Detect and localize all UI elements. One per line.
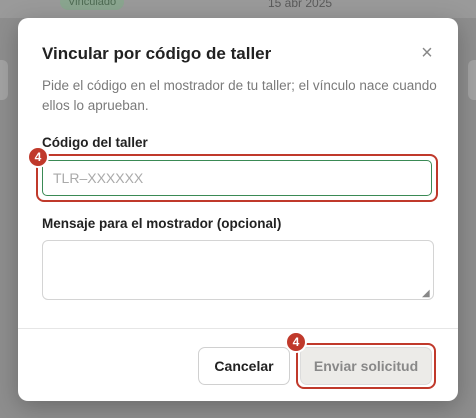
- dialog-description: Pide el código en el mostrador de tu tal…: [42, 78, 437, 113]
- footer-divider: [18, 328, 458, 329]
- link-workshop-dialog: Vincular por código de taller × Pide el …: [18, 18, 458, 401]
- step-badge-code: 4: [27, 146, 49, 168]
- workshop-code-input[interactable]: [42, 160, 432, 196]
- background-page: Vinculado 15 abr 2025: [0, 0, 476, 18]
- code-field-highlight: [36, 154, 438, 202]
- code-field-label: Código del taller: [42, 135, 148, 150]
- background-edge-left: [0, 60, 8, 100]
- message-textarea[interactable]: [42, 240, 434, 300]
- close-icon[interactable]: ×: [416, 42, 438, 64]
- dialog-title: Vincular por código de taller: [42, 44, 272, 63]
- cancel-button[interactable]: Cancelar: [198, 347, 290, 385]
- message-field-label: Mensaje para el mostrador (opcional): [42, 216, 282, 231]
- background-edge-right: [468, 60, 476, 100]
- send-request-button[interactable]: Enviar solicitud: [300, 347, 432, 385]
- step-badge-send: 4: [285, 331, 307, 353]
- status-badge: Vinculado: [60, 0, 125, 10]
- background-date: 15 abr 2025: [268, 0, 333, 10]
- resize-grip-icon[interactable]: ◢: [422, 288, 430, 299]
- send-button-highlight: Enviar solicitud: [296, 343, 436, 389]
